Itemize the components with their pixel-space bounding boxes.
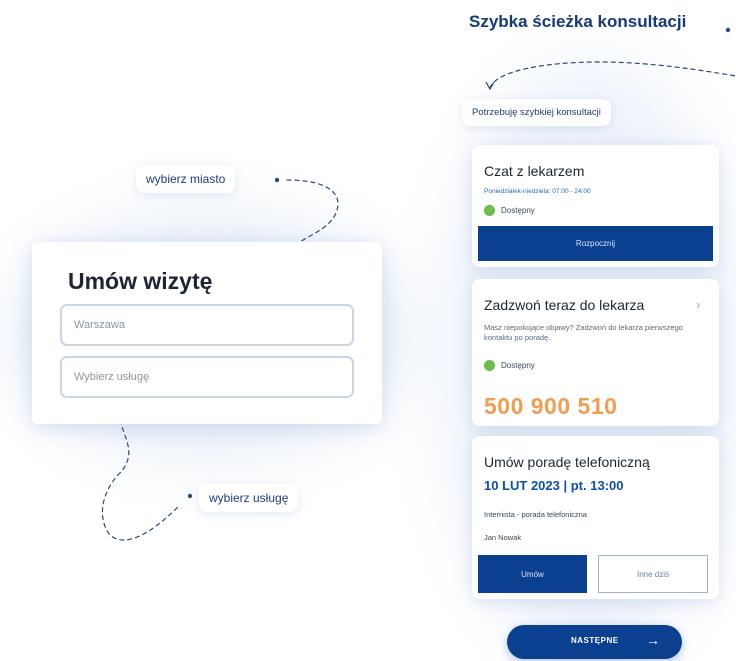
next-button[interactable]: NASTĘPNE →	[507, 625, 682, 659]
quick-consult-label: Potrzebuję szybkiej konsultacji	[462, 99, 611, 126]
booking-form-title: Umów wizytę	[68, 268, 213, 294]
choose-city-annotation: wybierz miasto	[136, 165, 236, 193]
phone-number[interactable]: 500 900 510	[484, 393, 617, 420]
arrow-right-icon: →	[646, 632, 660, 648]
choose-service-annotation: wybierz usługę	[199, 484, 299, 512]
status-dot-icon	[484, 205, 495, 216]
phone-consult-card: Umów poradę telefoniczną 10 LUT 2023 | p…	[472, 436, 719, 599]
page: wybierz miasto wybierz usługę Umów wizyt…	[0, 0, 736, 661]
city-select[interactable]: Warszawa	[60, 304, 354, 346]
phone-consult-title: Umów poradę telefoniczną	[484, 454, 650, 470]
status-dot-icon	[484, 360, 495, 371]
consult-doctor: Jan Nowak	[484, 533, 522, 542]
next-button-label: NASTĘPNE	[571, 636, 619, 645]
consult-date: 10 LUT 2023 | pt. 13:00	[484, 478, 624, 493]
chat-status-text: Dostępny	[501, 206, 535, 215]
dot-marker	[725, 27, 731, 33]
chat-card: Czat z lekarzem Poniedziałek-niedziela: …	[472, 145, 719, 267]
call-status-text: Dostępny	[501, 361, 535, 370]
quick-path-title: Szybka ścieżka konsultacji	[469, 12, 687, 31]
service-select[interactable]: Wybierz usługę	[60, 356, 354, 398]
chat-hours: Poniedziałek-niedziela: 07:00 - 24:00	[484, 188, 591, 195]
start-chat-button[interactable]: Rozpocznij	[478, 226, 713, 261]
chevron-right-icon[interactable]: ›	[696, 297, 700, 312]
booking-form-card: Umów wizytę Warszawa Wybierz usługę	[32, 242, 382, 424]
chat-status: Dostępny	[484, 205, 535, 216]
call-description: Masz niepokojące objawy? Zadzwoń do leka…	[484, 323, 683, 342]
dot-marker	[274, 177, 280, 183]
arrow-head-icon	[485, 81, 495, 91]
dot-marker	[187, 493, 193, 499]
chat-card-title: Czat z lekarzem	[484, 163, 585, 179]
consult-specialty: Internista - porada telefoniczna	[484, 510, 587, 519]
other-today-button[interactable]: Inne dziś	[598, 555, 708, 593]
call-doctor-card[interactable]: Zadzwoń teraz do lekarza › Masz niepokoj…	[472, 279, 719, 426]
book-consult-button[interactable]: Umów	[478, 555, 587, 593]
call-card-title: Zadzwoń teraz do lekarza	[484, 297, 645, 313]
call-status: Dostępny	[484, 360, 535, 371]
